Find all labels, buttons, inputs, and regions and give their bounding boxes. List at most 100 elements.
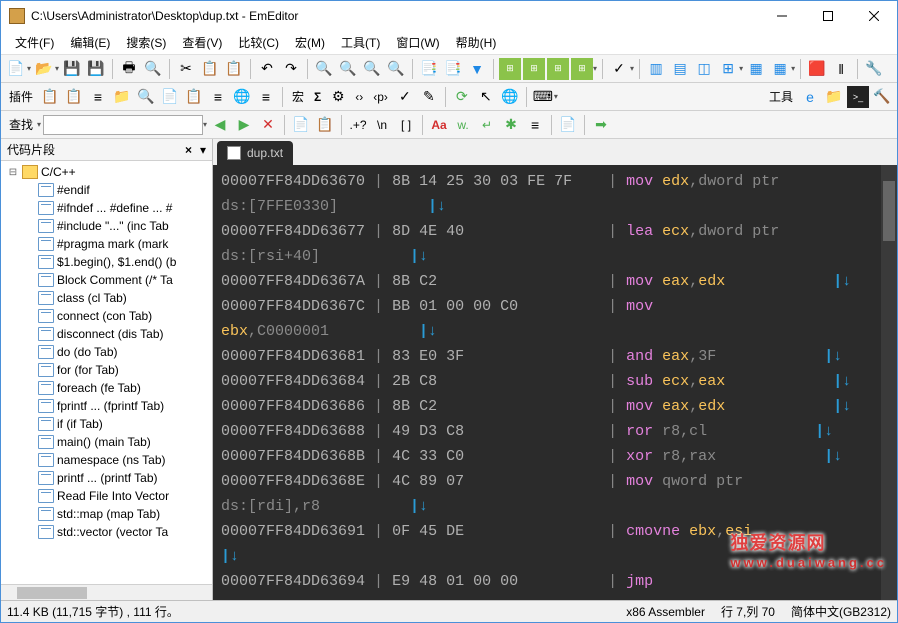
- csv2-button[interactable]: ⊞: [523, 58, 545, 80]
- find-x-button[interactable]: ✕: [257, 114, 279, 136]
- find-abc-button[interactable]: 📋: [314, 114, 336, 136]
- macro-pencil-button[interactable]: ✎: [418, 86, 440, 108]
- plugin3-button[interactable]: ≡: [87, 86, 109, 108]
- plugin10-button[interactable]: ≡: [255, 86, 277, 108]
- explorer-button[interactable]: 📁: [823, 86, 845, 108]
- save-all-button[interactable]: 💾: [85, 58, 107, 80]
- tree-folder[interactable]: ⊟ C/C++: [3, 163, 210, 181]
- menu-help[interactable]: 帮助(H): [448, 31, 505, 54]
- tree-item[interactable]: for (for Tab): [3, 361, 210, 379]
- sidebar-hscroll[interactable]: [1, 584, 212, 600]
- copy-button[interactable]: 📋: [199, 58, 221, 80]
- plugin2-button[interactable]: 📋: [63, 86, 85, 108]
- properties-button[interactable]: 🔧: [863, 58, 885, 80]
- tree-item[interactable]: std::vector (vector Ta: [3, 523, 210, 541]
- close-button[interactable]: [851, 1, 897, 31]
- tree-item[interactable]: $1.begin(), $1.end() (b: [3, 253, 210, 271]
- ie-icon[interactable]: e: [799, 86, 821, 108]
- find-arrow-button[interactable]: ➡: [590, 114, 612, 136]
- tree-item[interactable]: std::map (map Tab): [3, 505, 210, 523]
- php-button[interactable]: ‹p›: [369, 90, 392, 104]
- find-lines-button[interactable]: ≡: [524, 114, 546, 136]
- tree-item[interactable]: disconnect (dis Tab): [3, 325, 210, 343]
- tab-file[interactable]: dup.txt: [217, 141, 293, 165]
- sidebar-pin-button[interactable]: ▾: [200, 143, 206, 157]
- angle-button[interactable]: ‹›: [351, 90, 367, 104]
- regex-button[interactable]: .+?: [347, 114, 369, 136]
- tree-item[interactable]: #pragma mark (mark: [3, 235, 210, 253]
- macro-check-button[interactable]: ✓: [394, 86, 416, 108]
- print-button[interactable]: 🖶: [118, 58, 140, 80]
- csv3-button[interactable]: ⊞: [547, 58, 569, 80]
- replace-button[interactable]: 🔍: [385, 58, 407, 80]
- tree-collapse-icon[interactable]: ⊟: [7, 167, 19, 178]
- word-button[interactable]: w.: [452, 114, 474, 136]
- window5-button[interactable]: ▦: [745, 58, 767, 80]
- window4-button[interactable]: ⊞: [717, 58, 739, 80]
- tree-item[interactable]: printf ... (printf Tab): [3, 469, 210, 487]
- tree-item[interactable]: #ifndef ... #define ... #: [3, 199, 210, 217]
- find-next-button[interactable]: 🔍: [361, 58, 383, 80]
- menu-search[interactable]: 搜索(S): [118, 31, 174, 54]
- find-doc-button[interactable]: 📄: [290, 114, 312, 136]
- cut-button[interactable]: ✂: [175, 58, 197, 80]
- plugin1-button[interactable]: 📋: [39, 86, 61, 108]
- tree-item[interactable]: foreach (fe Tab): [3, 379, 210, 397]
- find-button[interactable]: 🔍: [313, 58, 335, 80]
- find-doc2-button[interactable]: 📄: [557, 114, 579, 136]
- window2-button[interactable]: ▤: [669, 58, 691, 80]
- cursor-button[interactable]: ↖: [475, 86, 497, 108]
- tree-item[interactable]: Block Comment (/* Ta: [3, 271, 210, 289]
- menu-compare[interactable]: 比较(C): [230, 31, 287, 54]
- plugin6-button[interactable]: 📄: [159, 86, 181, 108]
- escape-button[interactable]: \n: [371, 114, 393, 136]
- redo-button[interactable]: ↷: [280, 58, 302, 80]
- open-file-button[interactable]: 📂: [33, 58, 55, 80]
- sidebar-close-button[interactable]: ×: [181, 143, 196, 157]
- plugin4-button[interactable]: 📁: [111, 86, 133, 108]
- minimize-button[interactable]: [759, 1, 805, 31]
- print-preview-button[interactable]: 🔍: [142, 58, 164, 80]
- window1-button[interactable]: ▥: [645, 58, 667, 80]
- find-star-button[interactable]: ✱: [500, 114, 522, 136]
- filter-button[interactable]: ▼: [466, 58, 488, 80]
- plugin8-button[interactable]: ≡: [207, 86, 229, 108]
- plugin5-button[interactable]: 🔍: [135, 86, 157, 108]
- menu-macro[interactable]: 宏(M): [287, 31, 333, 54]
- brackets-button[interactable]: [ ]: [395, 114, 417, 136]
- case-button[interactable]: Aa: [428, 114, 450, 136]
- tree-item[interactable]: class (cl Tab): [3, 289, 210, 307]
- cmd-button[interactable]: >_: [847, 86, 869, 108]
- tree-item[interactable]: do (do Tab): [3, 343, 210, 361]
- editor-vscroll[interactable]: [881, 165, 897, 600]
- find-prev-button[interactable]: 🔍: [337, 58, 359, 80]
- menu-window[interactable]: 窗口(W): [388, 31, 447, 54]
- find-go-prev-button[interactable]: ◀: [209, 114, 231, 136]
- macro-cfg-button[interactable]: ⚙: [327, 86, 349, 108]
- record2-button[interactable]: ‖: [830, 58, 852, 80]
- maximize-button[interactable]: [805, 1, 851, 31]
- snippet-tree[interactable]: ⊟ C/C++ #endif#ifndef ... #define ... ##…: [1, 161, 212, 584]
- refresh-button[interactable]: ⟳: [451, 86, 473, 108]
- menu-edit[interactable]: 编辑(E): [62, 31, 118, 54]
- tree-item[interactable]: main() (main Tab): [3, 433, 210, 451]
- menu-tools[interactable]: 工具(T): [333, 31, 388, 54]
- tree-item[interactable]: namespace (ns Tab): [3, 451, 210, 469]
- plugin7-button[interactable]: 📋: [183, 86, 205, 108]
- csv4-button[interactable]: ⊞: [571, 58, 593, 80]
- tree-item[interactable]: fprintf ... (fprintf Tab): [3, 397, 210, 415]
- paste-button[interactable]: 📋: [223, 58, 245, 80]
- sigma-button[interactable]: Σ: [310, 90, 325, 104]
- csv-button[interactable]: ⊞: [499, 58, 521, 80]
- new-file-button[interactable]: 📄: [5, 58, 27, 80]
- tree-item[interactable]: #include "..." (inc Tab: [3, 217, 210, 235]
- spellcheck-button[interactable]: ✓: [608, 58, 630, 80]
- tree-item[interactable]: #endif: [3, 181, 210, 199]
- menu-file[interactable]: 文件(F): [7, 31, 62, 54]
- bookmark-clear-button[interactable]: 📑: [442, 58, 464, 80]
- tree-item[interactable]: Read File Into Vector: [3, 487, 210, 505]
- wrap-button[interactable]: ↵: [476, 114, 498, 136]
- save-button[interactable]: 💾: [61, 58, 83, 80]
- menu-view[interactable]: 查看(V): [174, 31, 230, 54]
- find-go-next-button[interactable]: ▶: [233, 114, 255, 136]
